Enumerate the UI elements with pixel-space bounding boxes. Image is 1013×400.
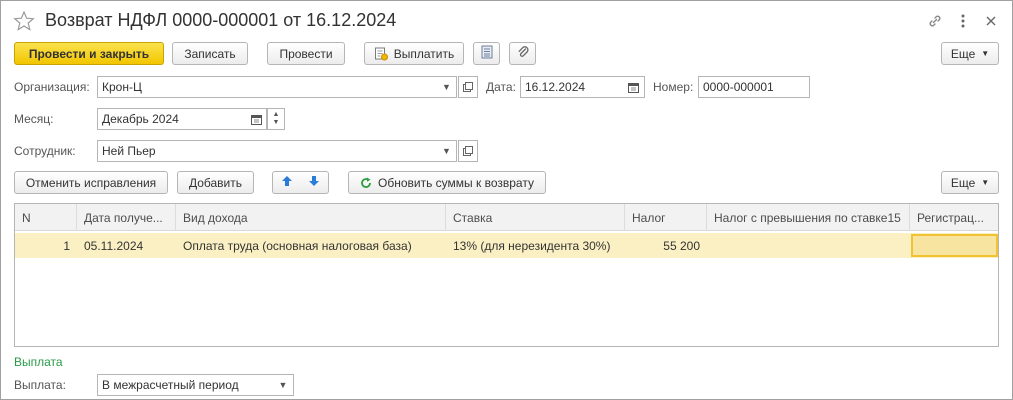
column-header-registration[interactable]: Регистрац... <box>910 204 998 231</box>
payment-section-title: Выплата <box>14 355 63 369</box>
save-button[interactable]: Записать <box>172 42 248 65</box>
table-more-button[interactable]: Еще ▼ <box>941 171 999 194</box>
organization-open-icon[interactable] <box>458 76 478 98</box>
add-button[interactable]: Добавить <box>177 171 254 194</box>
column-header-rate[interactable]: Ставка <box>446 204 625 231</box>
cancel-corrections-button[interactable]: Отменить исправления <box>14 171 168 194</box>
post-and-close-button[interactable]: Провести и закрыть <box>14 42 164 65</box>
column-header-tax[interactable]: Налог <box>625 204 707 231</box>
cell-date: 05.11.2024 <box>84 238 144 253</box>
close-icon[interactable] <box>980 10 1002 32</box>
move-buttons <box>272 171 329 194</box>
employee-field[interactable]: Ней Пьер <box>97 140 457 162</box>
number-label: Номер: <box>653 80 694 94</box>
cell-tax: 55 200 <box>663 238 700 253</box>
document-window: Возврат НДФЛ 0000-000001 от 16.12.2024 П… <box>0 0 1013 400</box>
dropdown-arrow-icon: ▼ <box>981 49 990 58</box>
more-button-label: Еще <box>950 46 976 61</box>
refresh-sums-button[interactable]: Обновить суммы к возврату <box>348 171 546 194</box>
more-button[interactable]: Еще ▼ <box>941 42 999 65</box>
page-title: Возврат НДФЛ 0000-000001 от 16.12.2024 <box>45 10 397 30</box>
post-button[interactable]: Провести <box>267 42 345 65</box>
table-more-label: Еще <box>950 175 976 190</box>
employee-dropdown-icon[interactable]: ▼ <box>437 140 457 162</box>
calendar-icon[interactable] <box>623 76 645 98</box>
move-down-icon[interactable] <box>308 175 320 190</box>
pay-button-label: Выплатить <box>393 46 455 61</box>
column-header-n[interactable]: N <box>15 204 77 231</box>
month-spinner[interactable]: ▲ ▼ <box>267 108 285 130</box>
cell-rate: 13% (для нерезидента 30%) <box>453 238 611 253</box>
month-calendar-icon[interactable] <box>246 108 267 130</box>
column-header-date[interactable]: Дата получе... <box>77 204 176 231</box>
payment-label: Выплата: <box>14 378 66 392</box>
more-vert-icon[interactable] <box>952 10 974 32</box>
employee-label: Сотрудник: <box>14 144 76 158</box>
report-list-icon <box>481 45 493 62</box>
pay-button[interactable]: Выплатить <box>364 42 464 65</box>
report-button[interactable] <box>473 42 500 65</box>
cell-income-type: Оплата труда (основная налоговая база) <box>183 238 412 253</box>
pay-document-icon <box>374 47 388 61</box>
organization-field[interactable]: Крон-Ц <box>97 76 457 98</box>
column-header-income-type[interactable]: Вид дохода <box>176 204 446 231</box>
refresh-icon <box>360 177 372 189</box>
cell-tax-excess <box>707 233 910 258</box>
link-icon[interactable] <box>924 10 946 32</box>
move-up-icon[interactable] <box>281 175 293 190</box>
spin-down-icon[interactable]: ▼ <box>273 119 280 127</box>
payment-dropdown-icon[interactable]: ▼ <box>273 374 294 396</box>
table-header: N Дата получе... Вид дохода Ставка Налог… <box>15 204 998 231</box>
column-header-tax-excess[interactable]: Налог с превышения по ставке15 <box>707 204 910 231</box>
spin-up-icon[interactable]: ▲ <box>273 111 280 119</box>
refresh-sums-label: Обновить суммы к возврату <box>378 175 534 190</box>
dropdown-arrow-icon: ▼ <box>981 178 990 187</box>
employee-open-icon[interactable] <box>458 140 478 162</box>
cell-n: 1 <box>63 238 70 253</box>
date-label: Дата: <box>486 80 516 94</box>
organization-label: Организация: <box>14 80 90 94</box>
month-label: Месяц: <box>14 112 54 126</box>
attachment-button[interactable] <box>509 42 536 65</box>
month-field[interactable]: Декабрь 2024 <box>97 108 267 130</box>
cell-registration-selected[interactable] <box>911 234 998 257</box>
income-table: N Дата получе... Вид дохода Ставка Налог… <box>14 203 999 347</box>
star-icon[interactable] <box>13 10 35 32</box>
organization-dropdown-icon[interactable]: ▼ <box>437 76 457 98</box>
table-row[interactable]: 1 05.11.2024 Оплата труда (основная нало… <box>15 233 998 258</box>
payment-field[interactable]: В межрасчетный период <box>97 374 294 396</box>
number-field[interactable]: 0000-000001 <box>698 76 810 98</box>
paperclip-icon <box>517 45 529 62</box>
